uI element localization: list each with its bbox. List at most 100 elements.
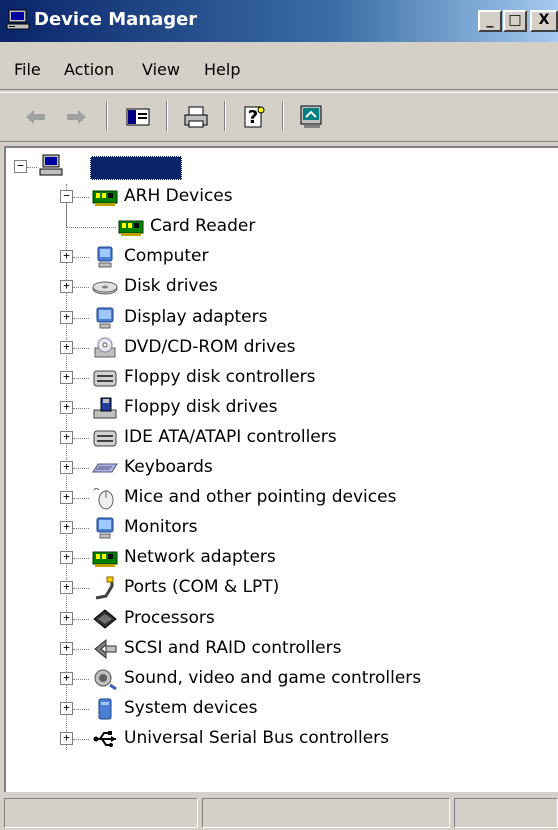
menu-action[interactable]: Action: [64, 60, 114, 79]
tree-category-row[interactable]: + Sound, video and game controllers: [6, 664, 546, 694]
controller-icon: [93, 370, 117, 387]
tree-category-label[interactable]: Disk drives: [124, 276, 218, 296]
status-panel-3: [454, 798, 558, 828]
expand-toggle[interactable]: +: [60, 400, 73, 414]
tree-category-row[interactable]: + Processors: [6, 604, 546, 634]
show-hide-console-tree-icon[interactable]: [124, 103, 152, 131]
status-panel-2: [202, 798, 450, 828]
tree-category-row[interactable]: + Keyboards: [6, 453, 546, 483]
tree-category-row[interactable]: + System devices: [6, 694, 546, 724]
system-icon: [98, 698, 112, 720]
tree-category-row[interactable]: + SCSI and RAID controllers: [6, 634, 546, 664]
tree-category-label[interactable]: Computer: [124, 246, 209, 266]
processor-icon: [93, 608, 117, 629]
tree-category-label[interactable]: Keyboards: [124, 457, 213, 477]
expand-toggle[interactable]: +: [60, 430, 73, 444]
close-button[interactable]: X: [530, 10, 558, 32]
expand-toggle[interactable]: +: [60, 250, 73, 264]
expand-toggle[interactable]: +: [60, 280, 73, 294]
expand-toggle[interactable]: +: [60, 370, 73, 384]
tree-category-label[interactable]: Ports (COM & LPT): [124, 577, 279, 597]
expand-toggle[interactable]: +: [60, 671, 73, 685]
title-bar[interactable]: Device Manager _ □ X: [0, 0, 558, 42]
tree-category-row[interactable]: + Computer: [6, 242, 546, 272]
tree-category-label[interactable]: Sound, video and game controllers: [124, 668, 421, 688]
keyboard-icon: [92, 463, 118, 473]
tree-device-row[interactable]: Card Reader: [6, 204, 546, 242]
tree-category-label[interactable]: IDE ATA/ATAPI controllers: [124, 427, 337, 447]
tree-category-label[interactable]: Monitors: [124, 517, 197, 537]
tree-category-row[interactable]: + Mice and other pointing devices: [6, 483, 546, 513]
expand-toggle[interactable]: +: [60, 701, 73, 715]
tree-root-row[interactable]: −: [6, 152, 546, 182]
expand-toggle[interactable]: +: [60, 551, 73, 565]
tree-category-label[interactable]: SCSI and RAID controllers: [124, 638, 341, 658]
expand-toggle[interactable]: +: [60, 340, 73, 354]
computer-name-selected[interactable]: [90, 156, 182, 180]
tree-category-label[interactable]: Processors: [124, 608, 215, 628]
device-manager-window: Device Manager _ □ X File Action View He…: [0, 0, 558, 830]
forward-arrow-icon[interactable]: [62, 103, 90, 131]
expand-toggle[interactable]: +: [60, 461, 73, 474]
back-arrow-icon[interactable]: [22, 103, 50, 131]
tree-category-label[interactable]: Display adapters: [124, 307, 267, 327]
tree-category-row[interactable]: + Monitors: [6, 513, 546, 543]
tree-category-label[interactable]: Floppy disk controllers: [124, 367, 316, 387]
status-bar: [0, 796, 558, 830]
tree-category-row[interactable]: + Floppy disk controllers: [6, 363, 546, 393]
toolbar-separator: [282, 101, 284, 131]
help-icon[interactable]: ?: [240, 103, 268, 131]
display-adapter-icon: [96, 307, 114, 328]
network-card-icon: [92, 551, 118, 568]
disk-drive-icon: [92, 281, 118, 295]
menu-help[interactable]: Help: [204, 60, 240, 79]
monitor-icon: [96, 517, 114, 539]
collapse-toggle[interactable]: −: [14, 160, 27, 173]
cdrom-icon: [94, 337, 116, 358]
tree-category-row[interactable]: + Ports (COM & LPT): [6, 573, 546, 603]
tree-category-row[interactable]: + IDE ATA/ATAPI controllers: [6, 423, 546, 453]
print-icon[interactable]: [182, 103, 210, 131]
computer-icon: [6, 9, 30, 30]
maximize-button[interactable]: □: [503, 10, 527, 32]
tree-category-label[interactable]: ARH Devices: [124, 186, 233, 206]
expand-toggle[interactable]: +: [60, 521, 73, 535]
minimize-button[interactable]: _: [478, 10, 502, 32]
tree-category-row[interactable]: − ARH Devices: [6, 182, 546, 212]
window-title: Device Manager: [34, 9, 198, 30]
toolbar-separator: [106, 101, 108, 131]
expand-toggle[interactable]: +: [60, 611, 73, 625]
tree-category-label[interactable]: Floppy disk drives: [124, 397, 277, 417]
sound-icon: [94, 669, 117, 690]
computer-icon: [97, 246, 113, 268]
controller-icon: [93, 430, 117, 447]
scan-hardware-icon[interactable]: [298, 103, 326, 131]
tree-category-row[interactable]: + Floppy disk drives: [6, 393, 546, 423]
tree-category-label[interactable]: Network adapters: [124, 547, 276, 567]
computer-icon: [39, 154, 63, 176]
toolbar: ?: [0, 92, 558, 142]
menu-file[interactable]: File: [14, 60, 41, 79]
tree-category-row[interactable]: + Network adapters: [6, 543, 546, 573]
toolbar-separator: [224, 101, 226, 131]
floppy-icon: [93, 397, 117, 419]
device-tree[interactable]: − − ARH Devices Card Reader + Computer + Disk …: [4, 146, 558, 792]
expand-toggle[interactable]: +: [60, 641, 73, 655]
mouse-icon: [93, 488, 114, 510]
tree-category-row[interactable]: + Disk drives: [6, 272, 546, 302]
port-icon: [95, 576, 114, 600]
collapse-toggle[interactable]: −: [60, 190, 73, 204]
tree-category-label[interactable]: Universal Serial Bus controllers: [124, 728, 389, 748]
tree-category-label[interactable]: Mice and other pointing devices: [124, 487, 396, 507]
expand-toggle[interactable]: +: [60, 731, 73, 745]
tree-category-label[interactable]: System devices: [124, 698, 258, 718]
tree-category-row[interactable]: + DVD/CD-ROM drives: [6, 333, 546, 363]
tree-device-label[interactable]: Card Reader: [150, 216, 255, 236]
expand-toggle[interactable]: +: [60, 581, 73, 595]
expand-toggle[interactable]: +: [60, 310, 73, 324]
menu-view[interactable]: View: [142, 60, 180, 79]
tree-category-label[interactable]: DVD/CD-ROM drives: [124, 337, 295, 357]
expand-toggle[interactable]: +: [60, 491, 73, 505]
tree-category-row[interactable]: + Display adapters: [6, 303, 546, 333]
tree-category-row[interactable]: + Universal Serial Bus controllers: [6, 724, 546, 754]
